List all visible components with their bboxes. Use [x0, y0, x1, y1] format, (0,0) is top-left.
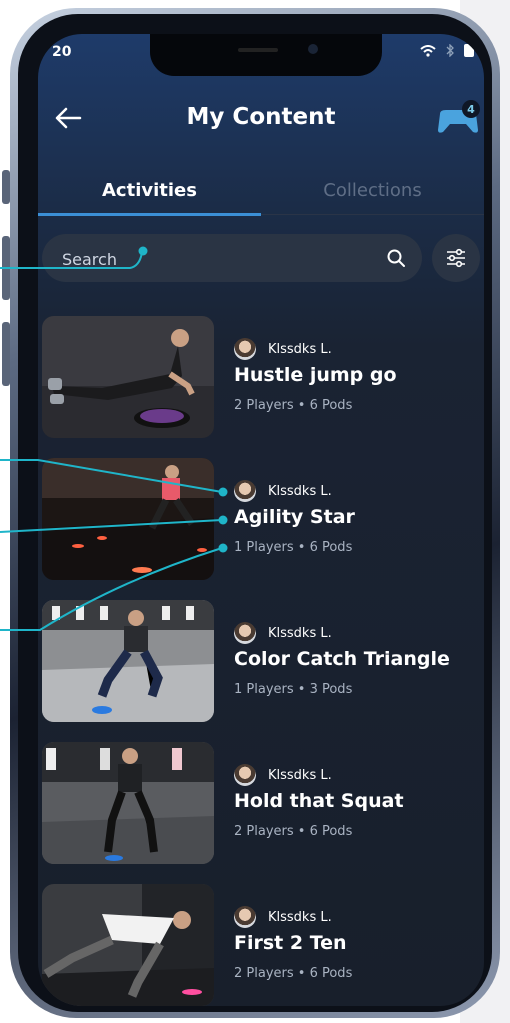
sliders-icon [447, 248, 465, 268]
game-controller-button[interactable]: 4 [436, 100, 480, 136]
list-item[interactable]: Klssdks L. First 2 Ten 2 Players • 6 Pod… [38, 884, 484, 1006]
activity-meta: 2 Players • 6 Pods [234, 398, 353, 413]
author-name: Klssdks L. [268, 768, 332, 783]
author-avatar [234, 906, 256, 928]
activity-title: Color Catch Triangle [234, 648, 450, 670]
activity-thumbnail [42, 600, 214, 722]
pods-count: 6 Pods [309, 966, 353, 981]
tab-bar: Activities Collections [38, 180, 484, 216]
activity-meta: 1 Players • 6 Pods [234, 540, 353, 555]
pods-count: 3 Pods [309, 682, 353, 697]
search-bar[interactable] [42, 234, 422, 282]
author-name: Klssdks L. [268, 484, 332, 499]
activity-meta: 1 Players • 3 Pods [234, 682, 353, 697]
activity-meta: 2 Players • 6 Pods [234, 824, 353, 839]
activity-thumbnail [42, 458, 214, 580]
author-avatar [234, 764, 256, 786]
list-item[interactable]: Klssdks L. Hold that Squat 2 Players • 6… [38, 742, 484, 866]
mute-switch [2, 170, 10, 204]
players-count: 1 Players [234, 682, 294, 697]
author-name: Klssdks L. [268, 342, 332, 357]
author-name: Klssdks L. [268, 626, 332, 641]
players-count: 1 Players [234, 540, 294, 555]
search-icon[interactable] [386, 248, 406, 268]
list-item[interactable]: Klssdks L. Hustle jump go 2 Players • 6 … [38, 316, 484, 440]
activity-thumbnail [42, 884, 214, 1006]
activity-title: First 2 Ten [234, 932, 347, 954]
activity-thumbnail [42, 742, 214, 864]
tab-activities[interactable]: Activities [38, 180, 261, 201]
bluetooth-icon [446, 44, 454, 57]
activity-title: Agility Star [234, 506, 355, 528]
activity-title: Hold that Squat [234, 790, 404, 812]
list-item[interactable]: Klssdks L. Agility Star 1 Players • 6 Po… [38, 458, 484, 582]
notch [150, 34, 382, 76]
front-camera [308, 44, 318, 54]
author-avatar [234, 338, 256, 360]
tab-collections[interactable]: Collections [261, 180, 484, 201]
pods-count: 6 Pods [309, 398, 353, 413]
author-avatar [234, 622, 256, 644]
volume-down-button [2, 322, 10, 386]
search-input[interactable] [62, 248, 362, 270]
page-title: My Content [186, 104, 336, 130]
status-icons [420, 44, 474, 57]
players-count: 2 Players [234, 966, 294, 981]
activity-title: Hustle jump go [234, 364, 397, 386]
author-name: Klssdks L. [268, 910, 332, 925]
list-item[interactable]: Klssdks L. Color Catch Triangle 1 Player… [38, 600, 484, 724]
active-tab-indicator [38, 213, 261, 216]
battery-icon [464, 44, 474, 57]
players-count: 2 Players [234, 398, 294, 413]
activity-thumbnail [42, 316, 214, 438]
app-screen: 20 My Content 4 Activities Collections S… [38, 34, 484, 1006]
wifi-icon [420, 44, 436, 57]
speaker [238, 48, 278, 52]
notification-badge: 4 [462, 100, 480, 118]
players-count: 2 Players [234, 824, 294, 839]
status-time: 20 [52, 44, 72, 60]
volume-up-button [2, 236, 10, 300]
tab-divider [261, 214, 484, 215]
pods-count: 6 Pods [309, 824, 353, 839]
author-avatar [234, 480, 256, 502]
activity-meta: 2 Players • 6 Pods [234, 966, 353, 981]
pods-count: 6 Pods [309, 540, 353, 555]
filter-button[interactable] [432, 234, 480, 282]
